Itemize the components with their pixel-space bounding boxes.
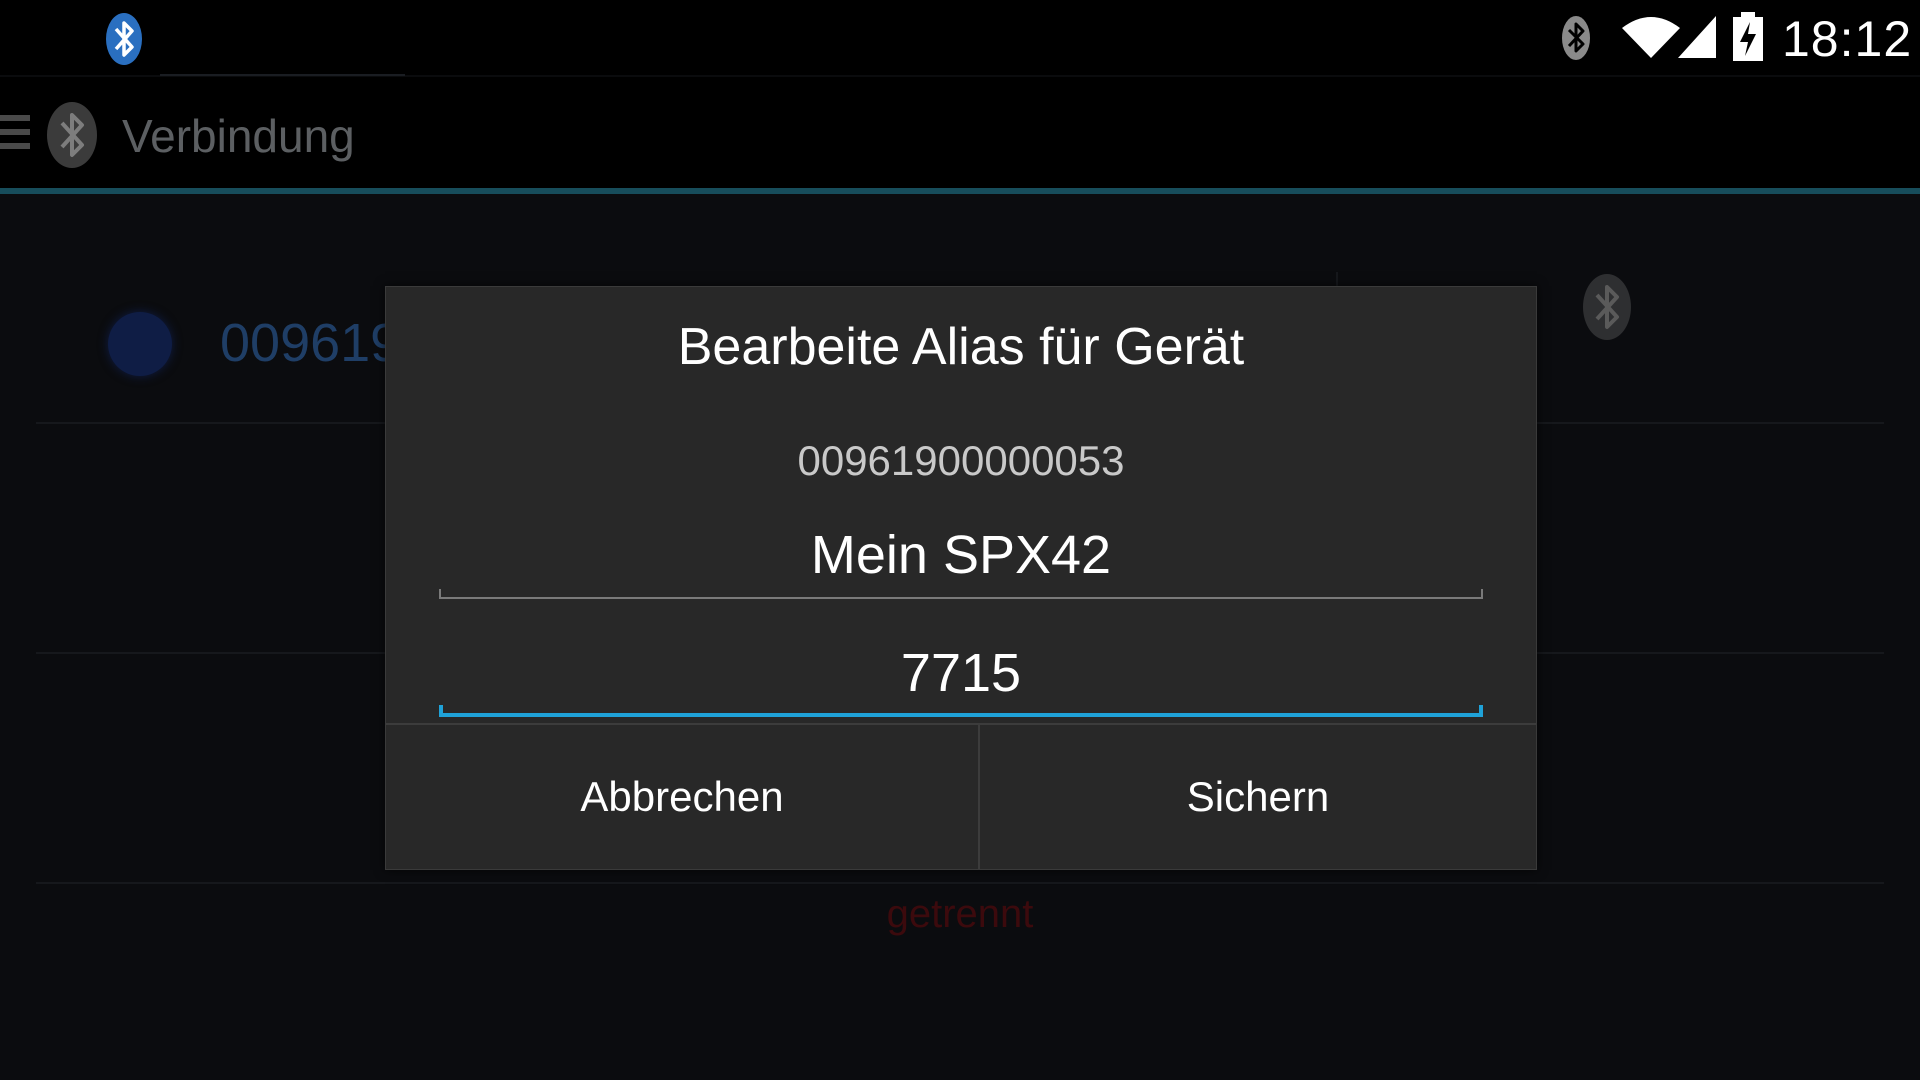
pin-underline-right [1479,705,1483,717]
wifi-icon [1622,17,1680,58]
device-address: 00961900000053 [797,437,1125,484]
device-id-label[interactable]: 009619 [220,312,400,374]
save-button[interactable]: Sichern [980,725,1536,869]
status-bar: 18:12 [0,0,1920,76]
alias-underline [439,597,1483,599]
bluetooth-icon [1562,16,1590,60]
list-divider [36,882,1884,884]
pin-underline [439,713,1483,717]
pin-input[interactable] [439,637,1483,709]
clock: 18:12 [1782,11,1913,67]
action-bar: Verbindung [0,77,1920,190]
bluetooth-app-icon[interactable] [44,99,100,171]
bluetooth-connect-icon[interactable] [1580,270,1634,344]
battery-charging-icon [1733,12,1763,61]
cell-signal-icon [1678,16,1716,58]
bluetooth-notification-icon [106,13,142,65]
alias-underline-right [1481,589,1483,599]
alias-input[interactable] [439,519,1483,591]
pin-underline-left [439,705,443,717]
drawer-menu-icon[interactable] [0,115,30,155]
dialog-button-bar: Abbrechen Sichern [386,723,1536,871]
status-bar-divider [160,74,405,76]
page-title: Verbindung [122,110,355,162]
dialog-title: Bearbeite Alias für Gerät [677,318,1245,376]
edit-alias-dialog: Bearbeite Alias für Gerät 00961900000053… [385,286,1537,870]
pin-field[interactable] [439,637,1483,717]
alias-field[interactable] [439,519,1483,599]
cancel-button[interactable]: Abbrechen [386,725,978,869]
connection-status-text: getrennt [886,892,1034,936]
alias-underline-left [439,589,441,599]
connection-status-dot [108,312,172,376]
